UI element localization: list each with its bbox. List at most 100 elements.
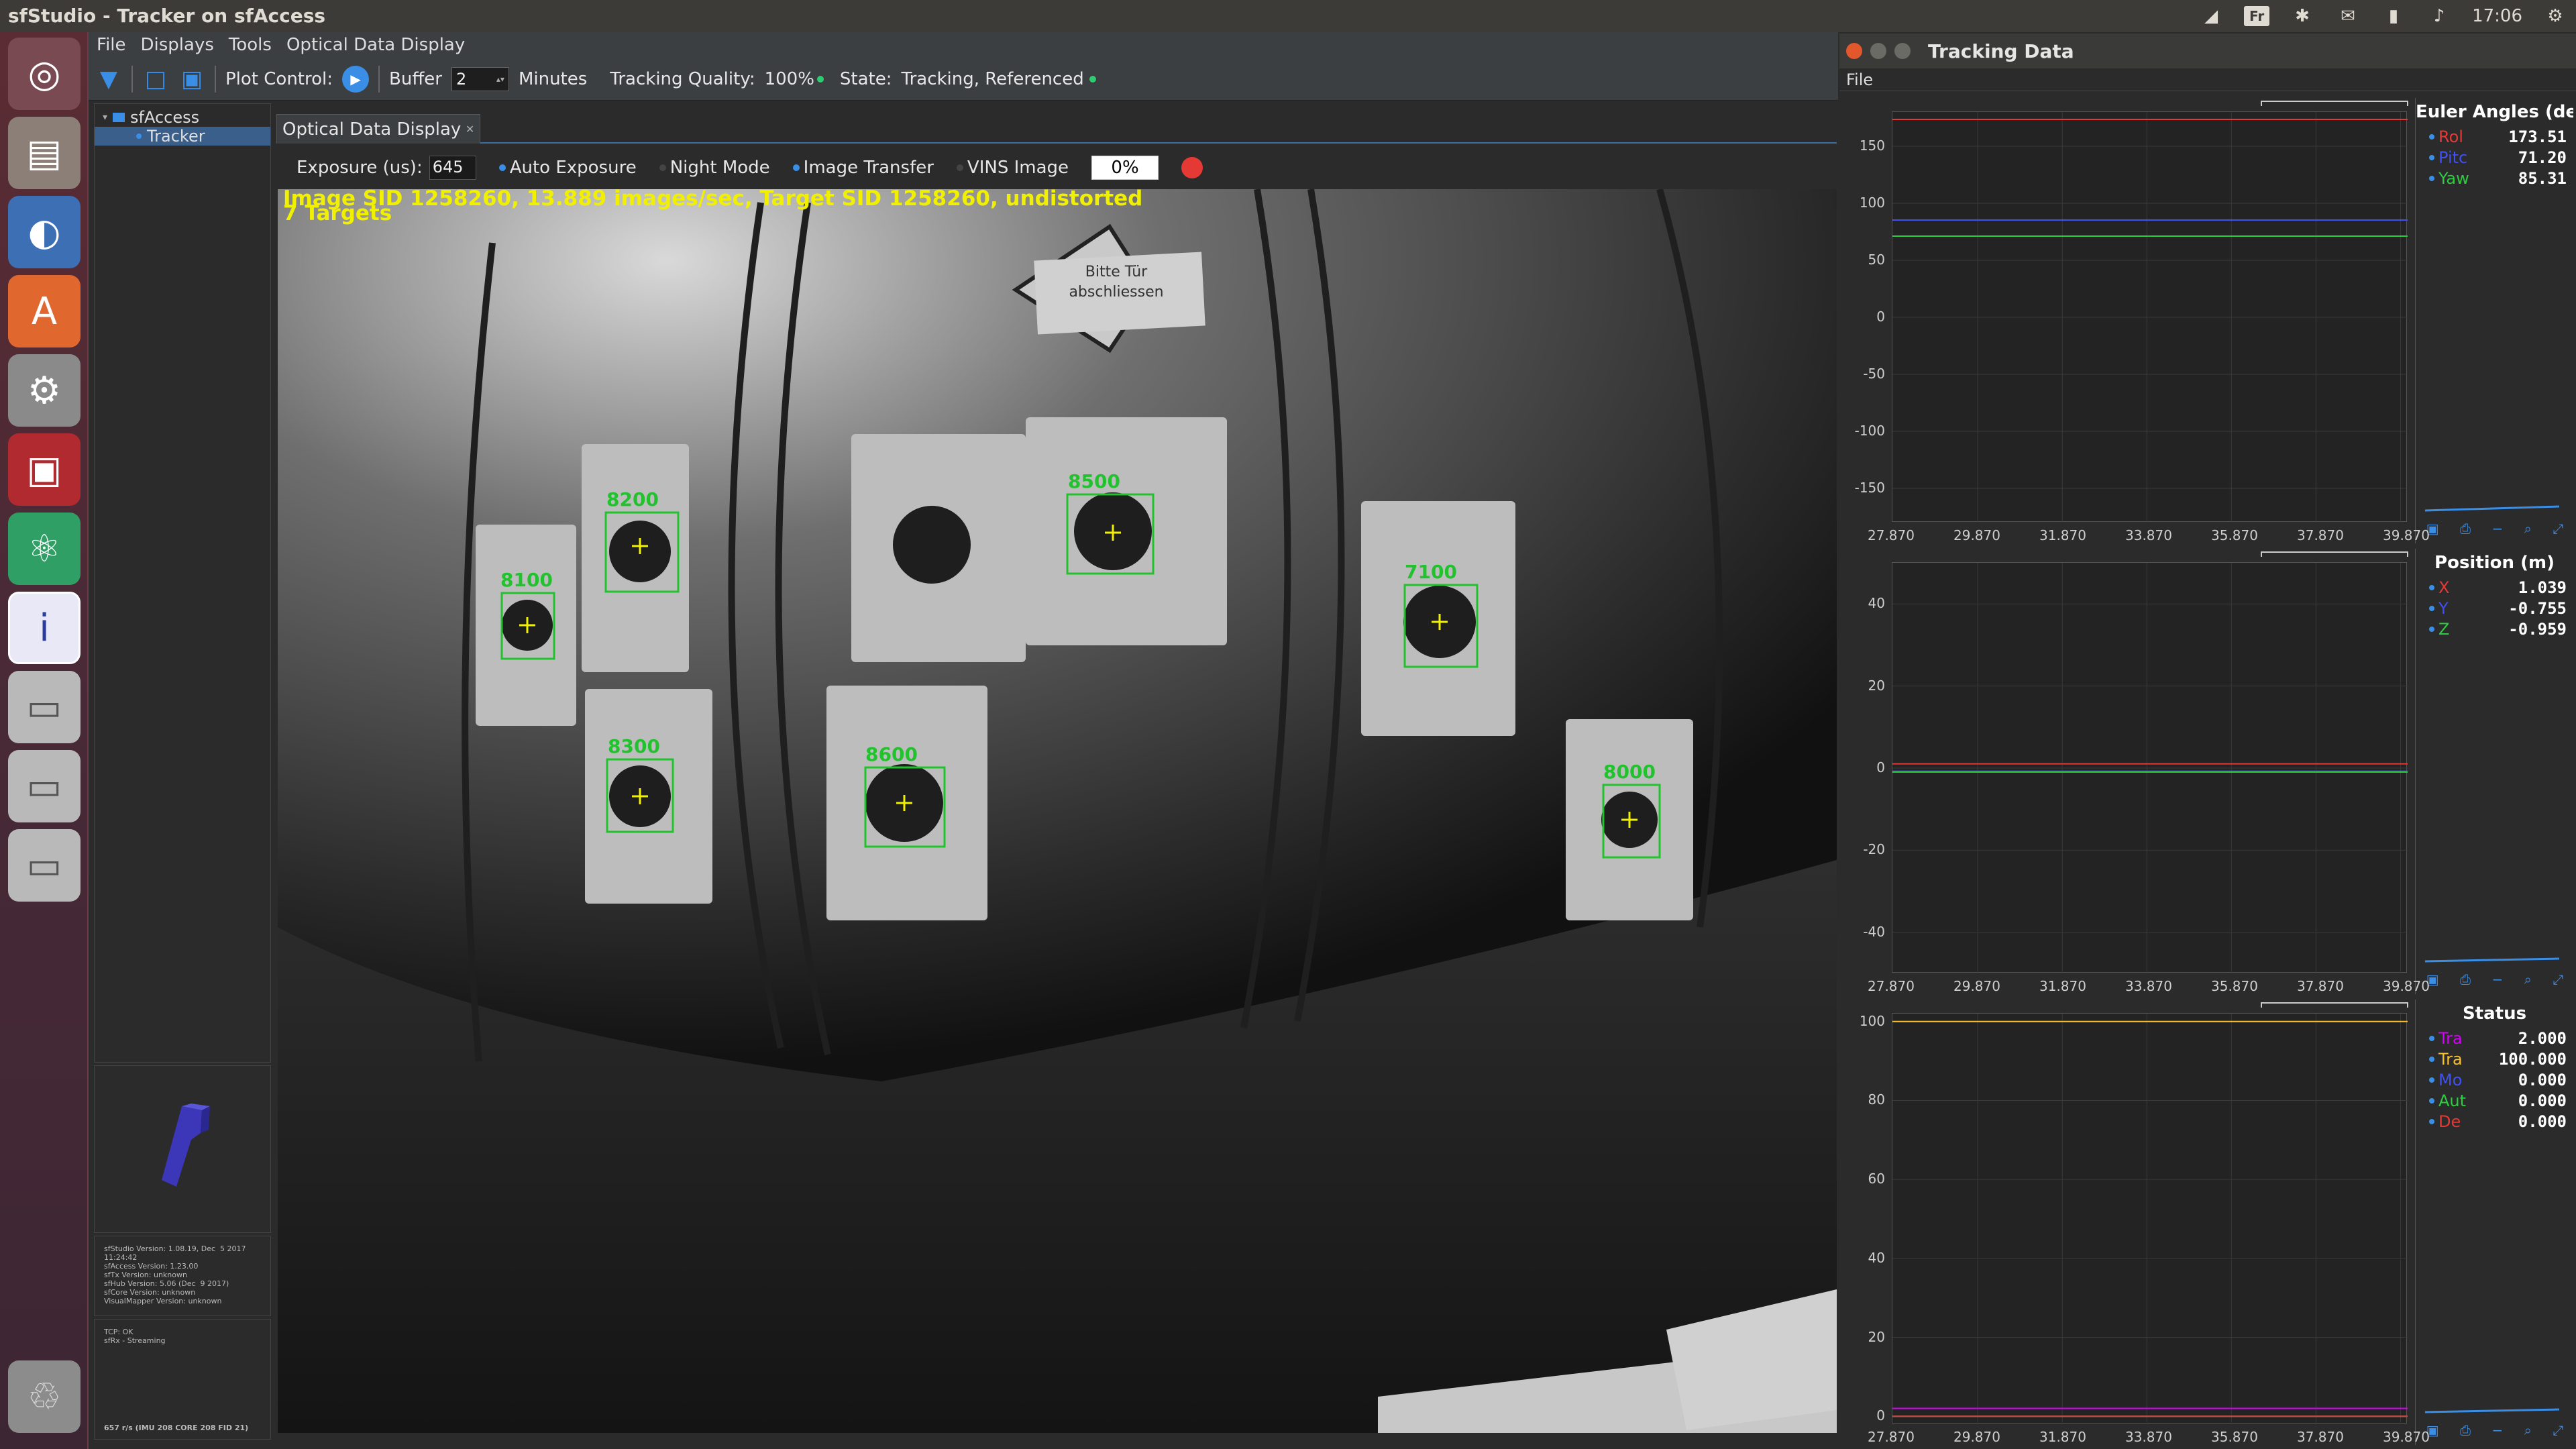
- fullscreen-icon[interactable]: ⤢: [2553, 1422, 2563, 1438]
- software-center-icon[interactable]: A: [8, 275, 80, 347]
- bluetooth-icon[interactable]: ✱: [2290, 6, 2315, 26]
- zoom-icon[interactable]: ⌕: [2524, 521, 2532, 537]
- keyboard-layout-indicator[interactable]: Fr: [2244, 6, 2270, 26]
- camera-image-view[interactable]: Bitte Tür abschliessen 8100 8200 8300 85…: [278, 189, 1837, 1433]
- close-icon[interactable]: [1846, 43, 1862, 59]
- tree-item-tracker[interactable]: Tracker: [95, 127, 270, 146]
- spin-arrows-icon[interactable]: ▴▾: [496, 74, 504, 84]
- legend-row[interactable]: Tra 100.000: [2416, 1049, 2573, 1069]
- minus-icon[interactable]: −: [2491, 1422, 2503, 1438]
- save-icon[interactable]: ▣: [178, 66, 205, 93]
- volume-icon[interactable]: ♪: [2426, 6, 2452, 26]
- version-info: sfStudio Version: 1.08.19, Dec 5 2017 11…: [94, 1236, 271, 1316]
- gear-icon[interactable]: ⚙: [2542, 6, 2568, 26]
- mail-icon[interactable]: ✉: [2335, 6, 2361, 26]
- sfstudio-icon[interactable]: i: [8, 592, 80, 664]
- legend-row[interactable]: Y -0.755: [2416, 598, 2573, 619]
- legend-row[interactable]: Z -0.959: [2416, 619, 2573, 639]
- drive-icon[interactable]: ▭: [8, 750, 80, 822]
- zoom-icon[interactable]: ⌕: [2524, 971, 2532, 987]
- menu-file[interactable]: File: [1846, 70, 1873, 89]
- fullscreen-icon[interactable]: ⤢: [2553, 971, 2563, 987]
- radio-icon[interactable]: [659, 164, 666, 171]
- series-name: De: [2438, 1112, 2461, 1131]
- minus-icon[interactable]: −: [2491, 971, 2503, 987]
- zoom-icon[interactable]: ⌕: [2524, 1422, 2532, 1438]
- menu-tools[interactable]: Tools: [229, 35, 272, 55]
- system-settings-icon[interactable]: ⚙: [8, 354, 80, 427]
- position-plot[interactable]: [1892, 562, 2408, 973]
- record-button[interactable]: [1181, 157, 1203, 178]
- files-icon[interactable]: ▤: [8, 117, 80, 189]
- plot-scrollbar[interactable]: [2261, 551, 2408, 557]
- atom-icon[interactable]: ⚛: [8, 513, 80, 585]
- status-legend: Status Tra 2.000 Tra 100.000 Mo 0.000 Aut 0.000…: [2415, 1000, 2573, 1445]
- sign-text-line1: Bitte Tür: [1085, 264, 1148, 280]
- minus-icon[interactable]: −: [2491, 521, 2503, 537]
- position-legend: Position (m) X 1.039 Y -0.755 Z -0.959 ▣ ⎙ − ⌕ ⤢: [2415, 549, 2573, 994]
- drive-icon[interactable]: ▭: [8, 829, 80, 902]
- tab-optical-data-display[interactable]: Optical Data Display ✕: [276, 114, 481, 144]
- ubuntu-dash-icon[interactable]: ◎: [8, 38, 80, 110]
- x-tick-label: 37.870: [2297, 978, 2344, 994]
- wifi-icon[interactable]: ◢: [2198, 6, 2224, 26]
- print-icon[interactable]: ⎙: [2460, 1422, 2471, 1438]
- device-icon: [113, 113, 125, 122]
- radio-icon[interactable]: [498, 164, 506, 171]
- euler-plot[interactable]: [1892, 111, 2408, 523]
- minimize-icon[interactable]: [1870, 43, 1886, 59]
- tracking-data-window: Tracking Data File Euler Angles (de Rol 1…: [1839, 34, 2576, 1449]
- legend-name: Pitc: [2429, 148, 2476, 167]
- radio-icon[interactable]: [956, 164, 963, 171]
- maximize-icon[interactable]: [1894, 43, 1911, 59]
- drive-icon[interactable]: ▭: [8, 671, 80, 743]
- terminal-icon[interactable]: ▣: [8, 433, 80, 506]
- auto-exposure-option[interactable]: Auto Exposure: [498, 158, 637, 178]
- menu-file[interactable]: File: [97, 35, 126, 55]
- plot-scrollbar[interactable]: [2261, 1002, 2408, 1008]
- 3d-model-view[interactable]: [94, 1065, 271, 1233]
- tree-item-sfaccess[interactable]: ▾ sfAccess: [95, 108, 270, 127]
- print-icon[interactable]: ⎙: [2460, 521, 2471, 537]
- firefox-icon[interactable]: ◐: [8, 196, 80, 268]
- x-tick-label: 39.870: [2383, 1429, 2430, 1445]
- image-transfer-option[interactable]: Image Transfer: [792, 158, 934, 178]
- status-plot[interactable]: [1892, 1013, 2408, 1424]
- legend-row[interactable]: Aut 0.000: [2416, 1090, 2573, 1111]
- legend-row[interactable]: Yaw 85.31: [2416, 168, 2573, 189]
- state-label: State:: [839, 68, 892, 89]
- radio-icon[interactable]: [792, 164, 800, 171]
- series-name: Rol: [2438, 127, 2463, 146]
- y-tick-label: 100: [1859, 195, 1885, 211]
- shield-icon[interactable]: ▼: [95, 66, 122, 93]
- close-icon[interactable]: ✕: [466, 123, 474, 136]
- expand-arrow-icon[interactable]: ▾: [103, 112, 107, 123]
- legend-row[interactable]: Rol 173.51: [2416, 126, 2573, 147]
- series-value: 100.000: [2498, 1049, 2567, 1069]
- tracking-quality-value: 100%: [764, 68, 814, 89]
- menu-optical-data-display[interactable]: Optical Data Display: [286, 35, 465, 55]
- play-icon[interactable]: ▶: [342, 65, 370, 93]
- series-value: 1.039: [2518, 578, 2567, 597]
- tree-label: Tracker: [147, 127, 205, 146]
- legend-row[interactable]: X 1.039: [2416, 577, 2573, 598]
- open-folder-icon[interactable]: □: [142, 66, 169, 93]
- legend-row[interactable]: De 0.000: [2416, 1111, 2573, 1132]
- buffer-spinbox[interactable]: 2 ▴▾: [451, 66, 509, 91]
- print-icon[interactable]: ⎙: [2460, 971, 2471, 987]
- battery-icon[interactable]: ▮: [2381, 6, 2406, 26]
- legend-row[interactable]: Tra 2.000: [2416, 1028, 2573, 1049]
- image-info-overlay: Image SID 1258260, 13.889 images/sec, Ta…: [283, 189, 1143, 211]
- option-label: Image Transfer: [803, 158, 934, 178]
- exposure-input[interactable]: 645: [429, 156, 476, 180]
- plot-scrollbar[interactable]: [2261, 101, 2408, 106]
- trash-icon[interactable]: ♲: [8, 1360, 80, 1433]
- menu-displays[interactable]: Displays: [141, 35, 214, 55]
- position-chart: [1892, 563, 2408, 973]
- legend-row[interactable]: Pitc 71.20: [2416, 147, 2573, 168]
- fullscreen-icon[interactable]: ⤢: [2553, 521, 2563, 537]
- clock[interactable]: 17:06: [2472, 6, 2522, 26]
- legend-row[interactable]: Mo 0.000: [2416, 1069, 2573, 1090]
- vins-image-option[interactable]: VINS Image: [956, 158, 1069, 178]
- night-mode-option[interactable]: Night Mode: [659, 158, 770, 178]
